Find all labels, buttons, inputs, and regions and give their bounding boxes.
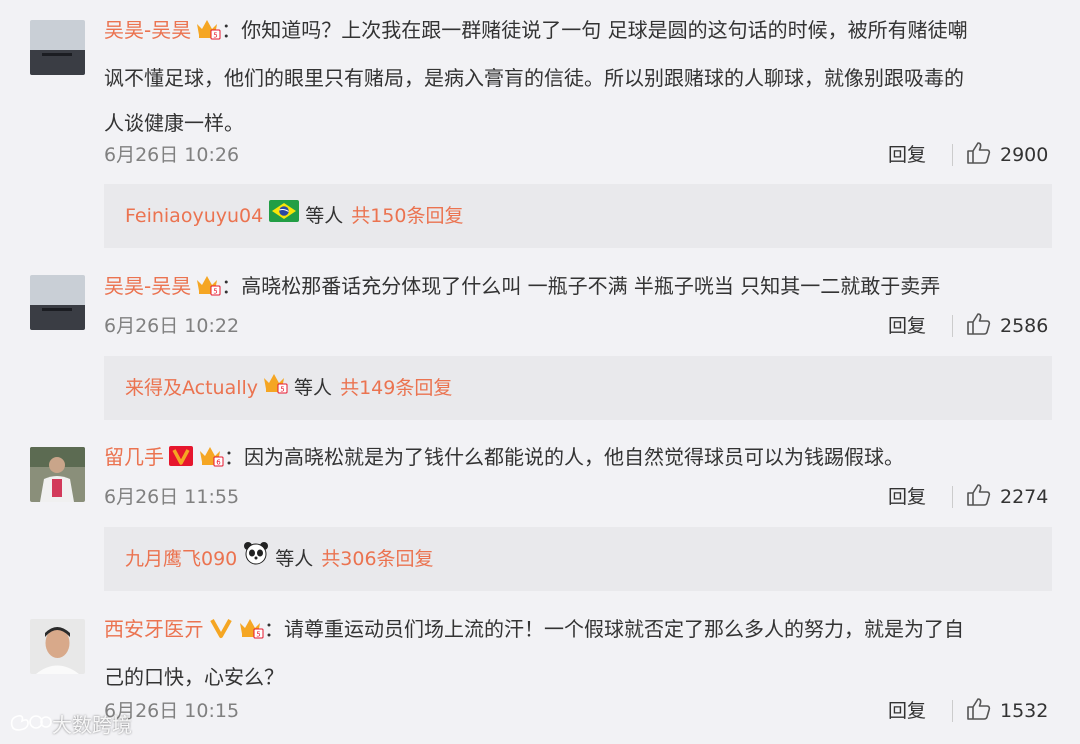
comment-text-line: ：你知道吗？上次我在跟一群赌徒说了一句 足球是圆的这句话的时候，被所有赌徒嘲 [221, 18, 968, 42]
reply-etc: 等人 [294, 377, 333, 399]
username[interactable]: 西安牙医亓 [104, 617, 204, 641]
reply-user[interactable]: 九月鹰飞090 [125, 527, 237, 591]
comment-text-line: ：高晓松那番话充分体现了什么叫 一瓶子不满 半瓶子咣当 只知其一二就敢于卖弄 [221, 274, 941, 298]
watermark-text: 大数跨境 [52, 713, 132, 737]
like-count: 1532 [1000, 700, 1049, 722]
comment-text-line: ：请尊重运动员们场上流的汗！一个假球就否定了那么多人的努力，就是为了自 [264, 617, 964, 641]
verified-v-icon [208, 610, 234, 655]
reply-count[interactable]: 共150条回复 [351, 184, 463, 248]
crown-badge-icon: 5 [195, 11, 221, 56]
reply-etc: 等人 [275, 548, 314, 570]
username[interactable]: 吴昊-吴昊 [104, 274, 191, 298]
watermark: 大数跨境 [8, 709, 132, 738]
reply-count[interactable]: 共306条回复 [321, 527, 433, 591]
comment-text-line: 己的口快，心安么？ [104, 665, 284, 689]
reply-button[interactable]: 回复 [888, 696, 926, 726]
reply-button[interactable]: 回复 [888, 140, 926, 170]
thumbs-up-icon [966, 697, 992, 725]
like-button[interactable]: 1532 [966, 696, 1048, 726]
reply-user[interactable]: Feiniaoyuyu04 [125, 184, 263, 248]
replies-summary[interactable]: 九月鹰飞090 等人 共306条回复 [104, 527, 1052, 591]
comment-time: 6月26日 10:26 [104, 144, 240, 166]
divider [952, 144, 953, 166]
crown-badge-icon: 5 [195, 267, 221, 312]
thumbs-up-icon [966, 483, 992, 511]
reply-count[interactable]: 共149条回复 [340, 356, 452, 420]
svg-text:5: 5 [213, 288, 217, 296]
like-count: 2274 [1000, 486, 1049, 508]
avatar[interactable] [30, 275, 85, 330]
avatar[interactable] [30, 20, 85, 75]
avatar[interactable] [30, 619, 85, 674]
divider [952, 700, 953, 722]
divider [952, 315, 953, 337]
username[interactable]: 留几手 [104, 445, 164, 469]
like-button[interactable]: 2274 [966, 482, 1048, 512]
thumbs-up-icon [966, 141, 992, 169]
like-button[interactable]: 2586 [966, 311, 1048, 341]
avatar[interactable] [30, 447, 85, 502]
comment-text-line: 人谈健康一样。 [104, 111, 244, 135]
brazil-flag-icon [269, 184, 300, 248]
reply-user[interactable]: 来得及Actually [125, 356, 258, 420]
crown-badge-icon: 5 [238, 610, 264, 655]
comment-text-line: 讽不懂足球，他们的眼里只有赌局，是病入膏肓的信徒。所以别跟赌球的人聊球，就像别跟… [104, 66, 964, 90]
divider [952, 486, 953, 508]
comment-time: 6月26日 10:22 [104, 315, 240, 337]
thumbs-up-icon [966, 312, 992, 340]
replies-summary[interactable]: 来得及Actually 5 等人 共149条回复 [104, 356, 1052, 420]
svg-text:6: 6 [216, 459, 221, 467]
weibo-logo-icon [8, 710, 52, 737]
crown-badge-icon: 5 [262, 356, 288, 420]
crown-badge-icon: 6 [198, 438, 224, 483]
replies-summary[interactable]: Feiniaoyuyu04 等人 共150条回复 [104, 184, 1052, 248]
reply-button[interactable]: 回复 [888, 482, 926, 512]
reply-etc: 等人 [305, 205, 344, 227]
svg-text:5: 5 [213, 32, 217, 40]
reply-button[interactable]: 回复 [888, 311, 926, 341]
svg-text:5: 5 [256, 631, 260, 639]
username[interactable]: 吴昊-吴昊 [104, 18, 191, 42]
like-count: 2900 [1000, 144, 1049, 166]
panda-icon [243, 527, 269, 591]
comment-time: 6月26日 11:55 [104, 486, 240, 508]
comment-text-line: ：因为高晓松就是为了钱什么都能说的人，他自然觉得球员可以为钱踢假球。 [224, 445, 904, 469]
like-count: 2586 [1000, 315, 1049, 337]
svg-text:5: 5 [280, 386, 284, 394]
verified-v-icon [168, 438, 194, 483]
like-button[interactable]: 2900 [966, 140, 1048, 170]
